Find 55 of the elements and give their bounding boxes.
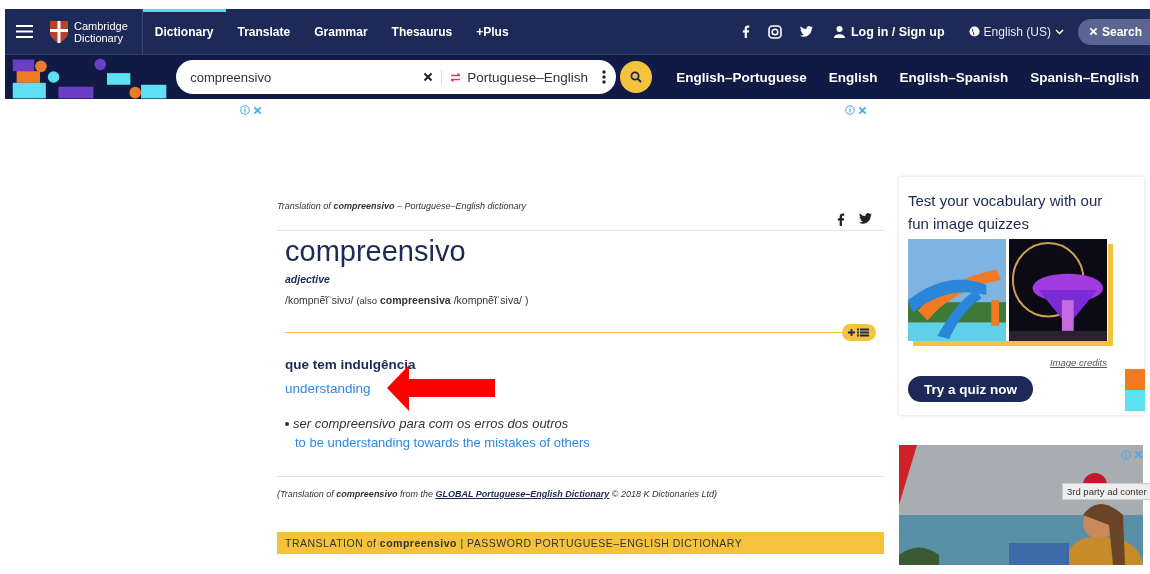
language-selector[interactable]: English (US) [956, 24, 1078, 39]
menu-icon [15, 25, 33, 38]
add-to-list-button[interactable] [842, 324, 876, 341]
close-icon[interactable] [858, 105, 867, 115]
clear-icon[interactable] [423, 72, 434, 82]
nav-tab[interactable]: Thesaurus [379, 9, 465, 55]
closing-bracket: ) [524, 294, 529, 306]
dictionary-link[interactable]: English [817, 69, 889, 85]
tooltip: 3rd party ad conter [1062, 483, 1150, 500]
credit-text: (Translation of compreensivo from the [277, 489, 433, 499]
shield-icon[interactable] [49, 19, 69, 44]
dictionary-selector[interactable]: Portuguese–English [441, 69, 597, 85]
nav-tab[interactable]: Grammar [302, 9, 380, 55]
dictionary-source: Translation of compreensivo – Portuguese–English dictionary [277, 200, 528, 211]
more-icon[interactable] [602, 70, 607, 84]
quiz-title: Test your vocabulary with our fun image quizzes [908, 191, 1104, 234]
chevron-down-icon [1054, 28, 1064, 35]
sense-heading: que tem indulgência [285, 357, 417, 372]
squares-drawing [1125, 369, 1145, 411]
swap-icon [450, 72, 462, 82]
instagram-icon[interactable] [767, 24, 782, 39]
headword: compreensivo [285, 235, 467, 268]
part-of-speech: adjective [285, 273, 331, 285]
search-icon [629, 71, 642, 83]
search-toggle-button[interactable]: Search [1077, 18, 1150, 45]
dictionary-banner: TRANSLATION of compreensivo | PASSWORD PORTUGUESE–ENGLISH DICTIONARY [277, 532, 884, 554]
copyright-text: © 2018 K Dictionaries Ltd) [611, 489, 717, 499]
facebook-icon[interactable] [741, 25, 750, 38]
pronunciation: /kompnẽĩˈsivʊ/ [285, 294, 354, 306]
dictionary-link[interactable]: English–Portuguese [665, 69, 818, 85]
variant-word: compreensiva [380, 294, 451, 306]
example-translation: to be understanding towards the mistakes of others [295, 435, 591, 450]
dictionary-link[interactable]: English–Spanish [888, 69, 1020, 85]
add-list-icon [848, 328, 870, 337]
search-button[interactable] [620, 61, 652, 93]
user-icon [833, 25, 845, 38]
image-credits-link[interactable]: Image credits [908, 357, 1107, 368]
twitter-icon[interactable] [799, 26, 813, 37]
quiz-button[interactable]: Try a quiz now [908, 376, 1033, 402]
nav-tab[interactable]: Translate [225, 9, 303, 55]
twitter-icon[interactable] [859, 213, 872, 224]
nav-tab[interactable]: +Plus [464, 9, 521, 55]
pronunciation: /kompnẽĩˈsiva/ [453, 294, 522, 306]
close-icon[interactable] [253, 105, 262, 115]
dictionary-link[interactable]: Spanish–English [1019, 69, 1150, 85]
example-sentence: ser compreensivo para com os erros dos outros [293, 416, 569, 431]
logo-text[interactable]: Cambridge Dictionary [74, 19, 128, 44]
translation-link[interactable]: understanding [285, 380, 371, 396]
dictionary-credit-link[interactable]: GLOBAL Portuguese–English Dictionary [435, 489, 610, 499]
facebook-icon[interactable] [837, 213, 845, 226]
search-field[interactable]: compreensivo Portuguese–English [176, 60, 617, 94]
also-label: (also [356, 295, 377, 306]
bullet-icon [285, 421, 289, 426]
login-link[interactable]: Log in / Sign up [821, 24, 957, 39]
globe-icon [968, 26, 980, 37]
